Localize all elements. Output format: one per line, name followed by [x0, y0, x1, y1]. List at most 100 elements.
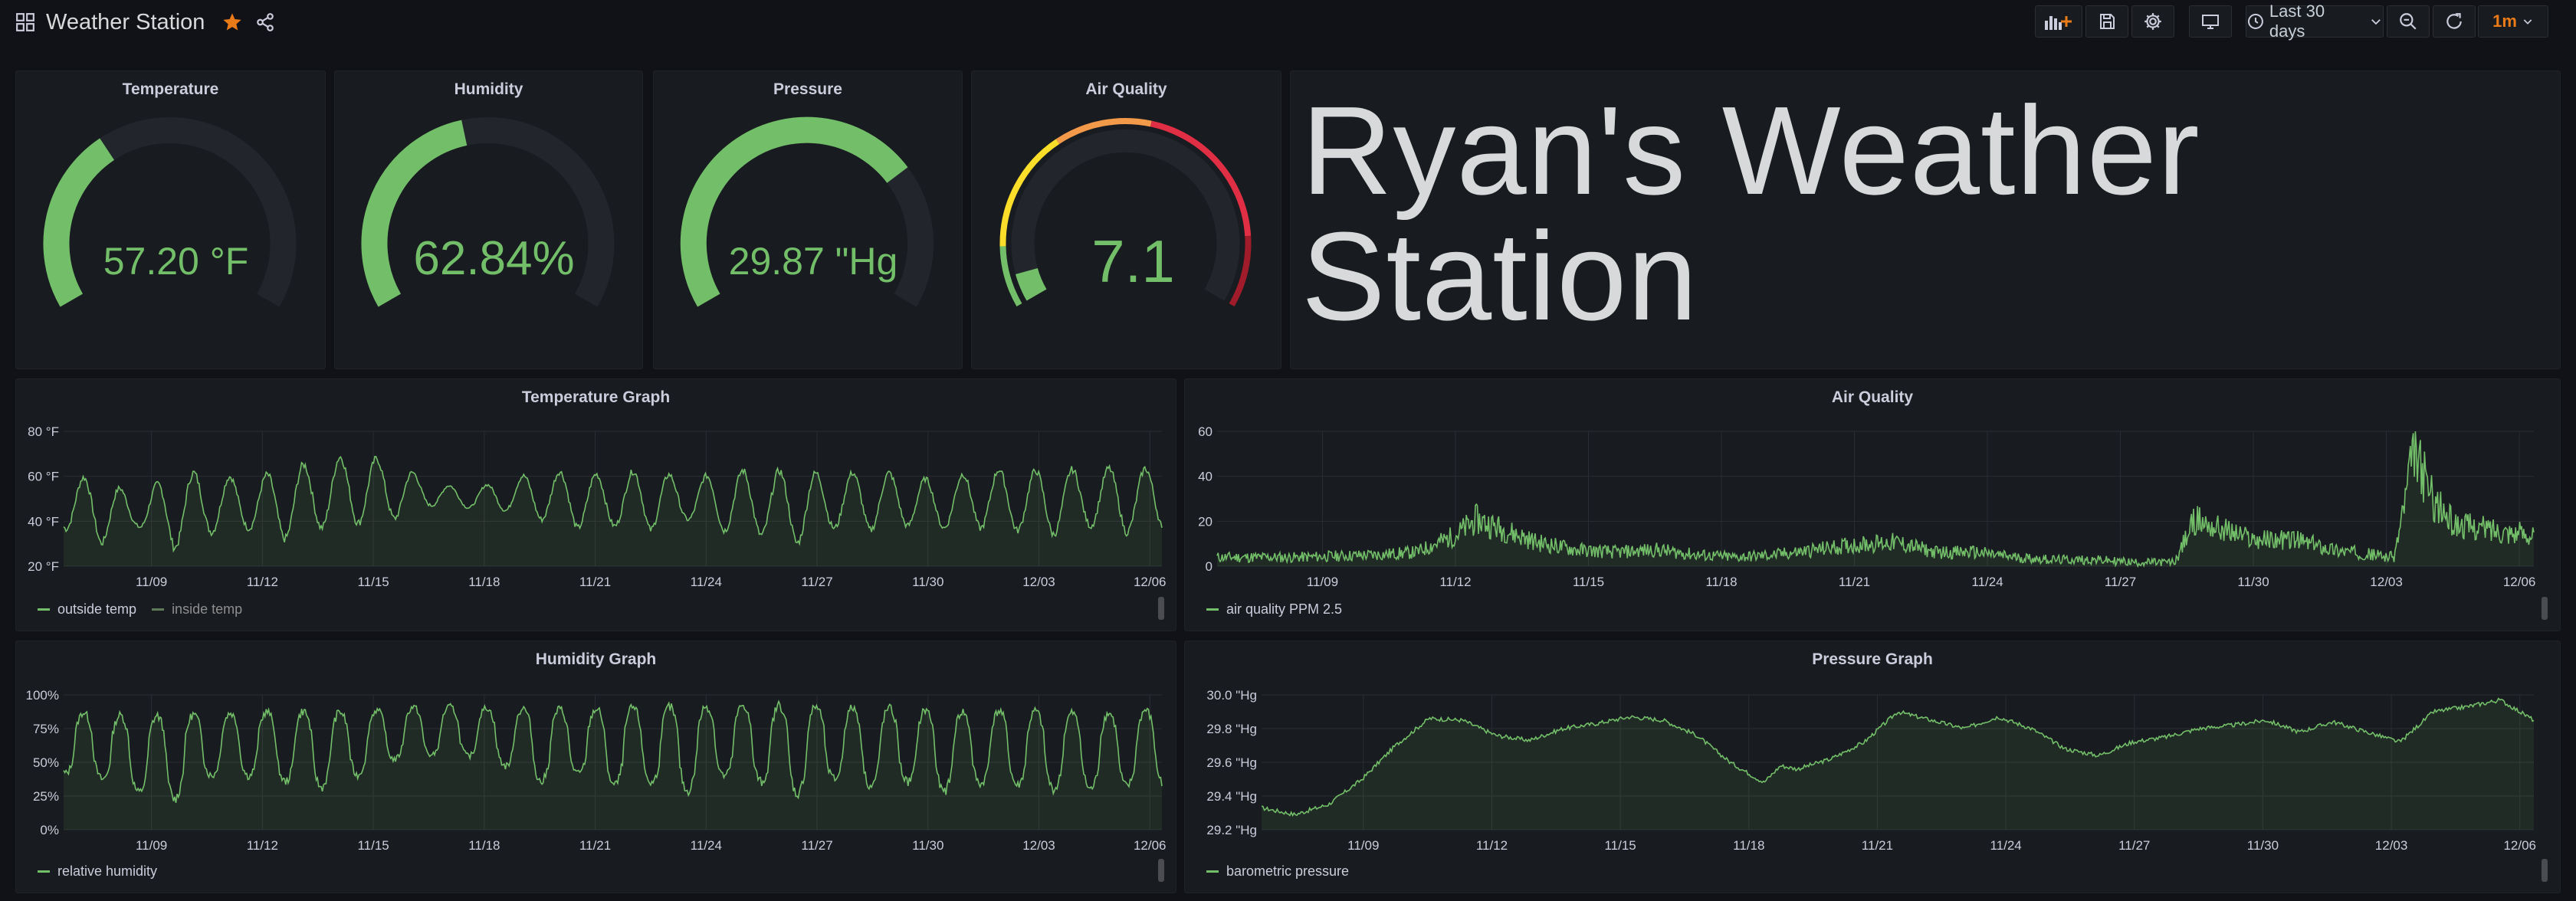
pressure-graph: 30.0 "Hg 29.8 "Hg 29.6 "Hg 29.4 "Hg 29.2 "Hg…	[1206, 688, 2536, 853]
x-tick-label: 11/15	[1604, 838, 1636, 853]
chevron-down-icon	[2371, 19, 2381, 25]
gauge-panel-pressure[interactable]: Pressure 29.87 "Hg	[653, 70, 963, 369]
dashboard-title-area: Weather Station	[15, 6, 275, 38]
legend-label: barometric pressure	[1226, 863, 1350, 879]
x-tick-label: 11/30	[2247, 838, 2279, 853]
share-icon[interactable]	[255, 12, 275, 32]
legend-scrollbar[interactable]	[1158, 859, 1164, 882]
x-tick-label: 11/21	[1839, 575, 1870, 589]
y-tick-label: 29.2 "Hg	[1206, 823, 1257, 837]
x-tick-label: 11/12	[247, 575, 278, 589]
y-tick-label: 29.6 "Hg	[1206, 755, 1257, 770]
legend-scrollbar[interactable]	[1158, 597, 1164, 620]
y-tick-label: 60 °F	[28, 470, 59, 484]
x-tick-label: 11/15	[357, 575, 389, 589]
x-tick-label: 11/18	[468, 838, 500, 853]
legend-item-barometric-pressure[interactable]: barometric pressure	[1206, 863, 1349, 880]
graph-panel-humidity[interactable]: Humidity Graph 100% 75% 50% 25% 0% 11/09 11/12…	[15, 641, 1176, 893]
gauge-panel-air-quality[interactable]: Air Quality 7.1	[971, 70, 1281, 369]
gauge-panel-humidity[interactable]: Humidity 62.84%	[334, 70, 643, 369]
x-tick-label: 11/09	[1307, 575, 1338, 589]
legend-scrollbar[interactable]	[2542, 859, 2548, 882]
y-tick-label: 50%	[33, 755, 59, 770]
x-tick-label: 11/24	[691, 838, 722, 853]
y-tick-label: 25%	[33, 789, 59, 804]
refresh-interval-picker[interactable]: 1m	[2478, 5, 2548, 38]
graph-panel-temperature[interactable]: Temperature Graph 80 °F 60 °F 40 °F 20 °F 11…	[15, 378, 1176, 631]
legend: air quality PPM 2.5	[1206, 601, 1357, 618]
x-tick-label: 11/27	[2105, 575, 2136, 589]
x-tick-label: 11/21	[579, 575, 611, 589]
gauge-value-arc	[1015, 267, 1047, 301]
zoom-out-button[interactable]	[2387, 5, 2430, 38]
legend-swatch	[1206, 608, 1219, 611]
gauge-value-text: 29.87 "Hg	[729, 240, 898, 283]
clock-icon	[2247, 14, 2263, 29]
x-tick-label: 11/12	[1439, 575, 1471, 589]
x-tick-label: 11/12	[1476, 838, 1508, 853]
legend-item-inside-temp[interactable]: inside temp	[152, 601, 242, 618]
legend: relative humidity	[38, 863, 172, 880]
series-area-fill	[1262, 698, 2534, 830]
legend-item-relative-humidity[interactable]: relative humidity	[38, 863, 157, 880]
graph-panel-air-quality[interactable]: Air Quality 60 40 20 0 11/09 11/12 11/15 11/18 1…	[1184, 378, 2561, 631]
legend-label: relative humidity	[57, 863, 158, 879]
refresh-button[interactable]	[2433, 5, 2476, 38]
x-tick-label: 11/30	[2237, 575, 2269, 589]
add-panel-button[interactable]	[2035, 5, 2082, 38]
y-tick-label: 29.4 "Hg	[1206, 789, 1257, 804]
gauge-panel-temperature[interactable]: Temperature 57.20 °F	[15, 70, 326, 369]
x-tick-label: 11/24	[1971, 575, 2003, 589]
dashboard-settings-button[interactable]	[2131, 5, 2174, 38]
x-tick-label: 11/27	[801, 575, 832, 589]
x-tick-label: 12/03	[2370, 575, 2403, 589]
dashboard-title[interactable]: Weather Station	[46, 10, 205, 35]
y-tick-label: 40 °F	[28, 514, 59, 529]
tv-mode-button[interactable]	[2189, 5, 2232, 38]
x-tick-label: 11/21	[579, 838, 611, 853]
x-tick-label: 11/18	[1733, 838, 1764, 853]
x-tick-label: 12/06	[2503, 838, 2536, 853]
x-tick-label: 11/18	[1705, 575, 1737, 589]
gauge-value-text: 62.84%	[413, 232, 574, 285]
dashboards-grid-icon[interactable]	[15, 12, 35, 32]
legend-item-outside-temp[interactable]: outside temp	[38, 601, 136, 618]
time-range-picker[interactable]: Last 30 days	[2246, 2, 2384, 41]
x-tick-label: 11/27	[801, 838, 832, 853]
add-panel-icon	[2045, 16, 2072, 30]
legend-label: outside temp	[57, 601, 137, 617]
legend-item-air-quality[interactable]: air quality PPM 2.5	[1206, 601, 1342, 618]
humidity-graph: 100% 75% 50% 25% 0% 11/09 11/12 11/15 11/18 11/21…	[26, 688, 1167, 853]
y-tick-label: 29.8 "Hg	[1206, 722, 1257, 736]
x-tick-label: 11/24	[1990, 838, 2021, 853]
x-tick-label: 11/30	[912, 575, 943, 589]
temperature-graph: 80 °F 60 °F 40 °F 20 °F 11/09 11/12 11/15 11/18…	[28, 424, 1167, 589]
save-dashboard-button[interactable]	[2085, 5, 2128, 38]
x-tick-label: 11/15	[357, 838, 389, 853]
x-tick-label: 12/03	[1022, 575, 1055, 589]
settings-icon	[2144, 13, 2161, 30]
legend: outside temp inside temp	[38, 601, 258, 618]
text-panel[interactable]: Ryan's Weather Station	[1290, 70, 2561, 369]
x-tick-label: 12/06	[1134, 575, 1167, 589]
x-tick-label: 12/03	[2375, 838, 2408, 853]
y-tick-label: 80 °F	[28, 424, 59, 439]
refresh-icon	[2446, 13, 2462, 29]
gauge-value-text: 57.20 °F	[103, 240, 249, 283]
save-icon	[2100, 14, 2115, 29]
y-tick-label: 0%	[40, 823, 59, 837]
x-tick-label: 12/03	[1022, 838, 1055, 853]
series-area-fill	[64, 701, 1162, 830]
legend-scrollbar[interactable]	[2542, 597, 2548, 620]
graph-panel-pressure[interactable]: Pressure Graph 30.0 "Hg 29.8 "Hg 29.6 "Hg 2…	[1184, 641, 2561, 893]
legend-swatch	[152, 608, 165, 611]
x-tick-label: 11/09	[136, 838, 167, 853]
top-navbar: Weather Station Last 30 days 1m	[0, 0, 2576, 44]
chevron-down-icon	[2523, 19, 2532, 25]
legend-swatch	[38, 870, 50, 873]
x-tick-label: 11/21	[1862, 838, 1893, 853]
x-tick-label: 11/09	[1347, 838, 1379, 853]
x-tick-label: 11/12	[247, 838, 278, 853]
star-icon[interactable]	[222, 11, 243, 33]
y-tick-label: 75%	[33, 722, 59, 736]
